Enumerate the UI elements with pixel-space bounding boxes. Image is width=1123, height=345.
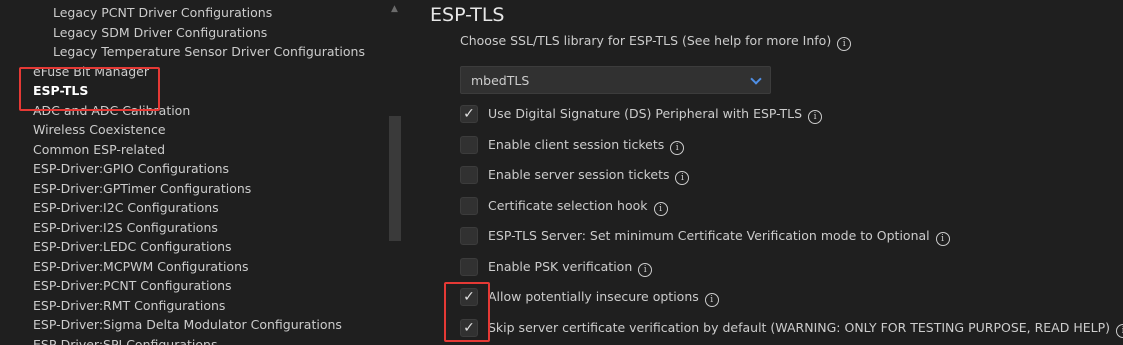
psk-verification-label: Enable PSK verification i [488, 259, 653, 277]
client-session-tickets-checkbox[interactable] [460, 136, 478, 154]
tree-item-sigma-delta[interactable]: ESP-Driver:Sigma Delta Modulator Configu… [33, 315, 342, 334]
settings-tree-sidebar: ▲ Legacy PCNT Driver Configurations Lega… [0, 0, 405, 345]
section-title: ESP-TLS [430, 4, 505, 26]
server-verification-optional-label: ESP-TLS Server: Set minimum Certificate … [488, 228, 950, 246]
server-session-tickets-label: Enable server session tickets i [488, 167, 690, 185]
tree-item-legacy-temp-sensor[interactable]: Legacy Temperature Sensor Driver Configu… [53, 42, 365, 61]
tree-item-wireless-coex[interactable]: Wireless Coexistence [33, 120, 166, 139]
info-icon[interactable]: i [653, 202, 668, 216]
library-select-value: mbedTLS [471, 73, 530, 88]
settings-panel: ESP-TLS Choose SSL/TLS library for ESP-T… [405, 0, 1123, 345]
tree-item-mcpwm[interactable]: ESP-Driver:MCPWM Configurations [33, 257, 249, 276]
ds-peripheral-checkbox[interactable]: ✓ [460, 105, 478, 123]
info-icon[interactable]: i [704, 293, 719, 307]
tree-item-i2s[interactable]: ESP-Driver:I2S Configurations [33, 218, 218, 237]
tree-item-gpio[interactable]: ESP-Driver:GPIO Configurations [33, 159, 229, 178]
info-icon[interactable]: i [935, 232, 950, 246]
library-setting-label: Choose SSL/TLS library for ESP-TLS (See … [460, 33, 852, 51]
certificate-selection-hook-label: Certificate selection hook i [488, 198, 668, 216]
skip-server-verification-label: Skip server certificate verification by … [488, 320, 1123, 338]
collapse-arrow-icon[interactable]: ▲ [391, 4, 398, 14]
tree-item-spi[interactable]: ESP-Driver:SPI Configurations [33, 335, 217, 345]
client-session-tickets-label: Enable client session tickets i [488, 137, 685, 155]
info-icon[interactable]: i [837, 37, 852, 51]
tree-item-gptimer[interactable]: ESP-Driver:GPTimer Configurations [33, 179, 251, 198]
library-setting-text: Choose SSL/TLS library for ESP-TLS (See … [460, 33, 832, 48]
server-verification-optional-checkbox[interactable] [460, 227, 478, 245]
sidebar-scrollbar[interactable] [389, 116, 401, 241]
tree-item-rmt[interactable]: ESP-Driver:RMT Configurations [33, 296, 225, 315]
check-icon: ✓ [463, 106, 475, 122]
info-icon[interactable]: i [670, 141, 685, 155]
info-icon[interactable]: i [808, 110, 823, 124]
info-icon[interactable]: i [1116, 324, 1123, 338]
library-select[interactable]: mbedTLS [460, 66, 771, 94]
tree-item-common-esp[interactable]: Common ESP-related [33, 140, 165, 159]
ds-peripheral-label: Use Digital Signature (DS) Peripheral wi… [488, 106, 823, 124]
chevron-down-icon [750, 73, 762, 85]
certificate-selection-hook-checkbox[interactable] [460, 197, 478, 215]
highlight-annotation-checkboxes [444, 282, 490, 342]
info-icon[interactable]: i [638, 263, 653, 277]
server-session-tickets-checkbox[interactable] [460, 166, 478, 184]
info-icon[interactable]: i [675, 171, 690, 185]
tree-item-legacy-sdm[interactable]: Legacy SDM Driver Configurations [53, 23, 267, 42]
psk-verification-checkbox[interactable] [460, 258, 478, 276]
tree-item-pcnt[interactable]: ESP-Driver:PCNT Configurations [33, 276, 232, 295]
insecure-options-label: Allow potentially insecure options i [488, 289, 719, 307]
tree-item-ledc[interactable]: ESP-Driver:LEDC Configurations [33, 237, 232, 256]
tree-item-legacy-pcnt[interactable]: Legacy PCNT Driver Configurations [53, 3, 272, 22]
highlight-annotation-esp-tls [19, 67, 160, 111]
tree-item-i2c[interactable]: ESP-Driver:I2C Configurations [33, 198, 219, 217]
